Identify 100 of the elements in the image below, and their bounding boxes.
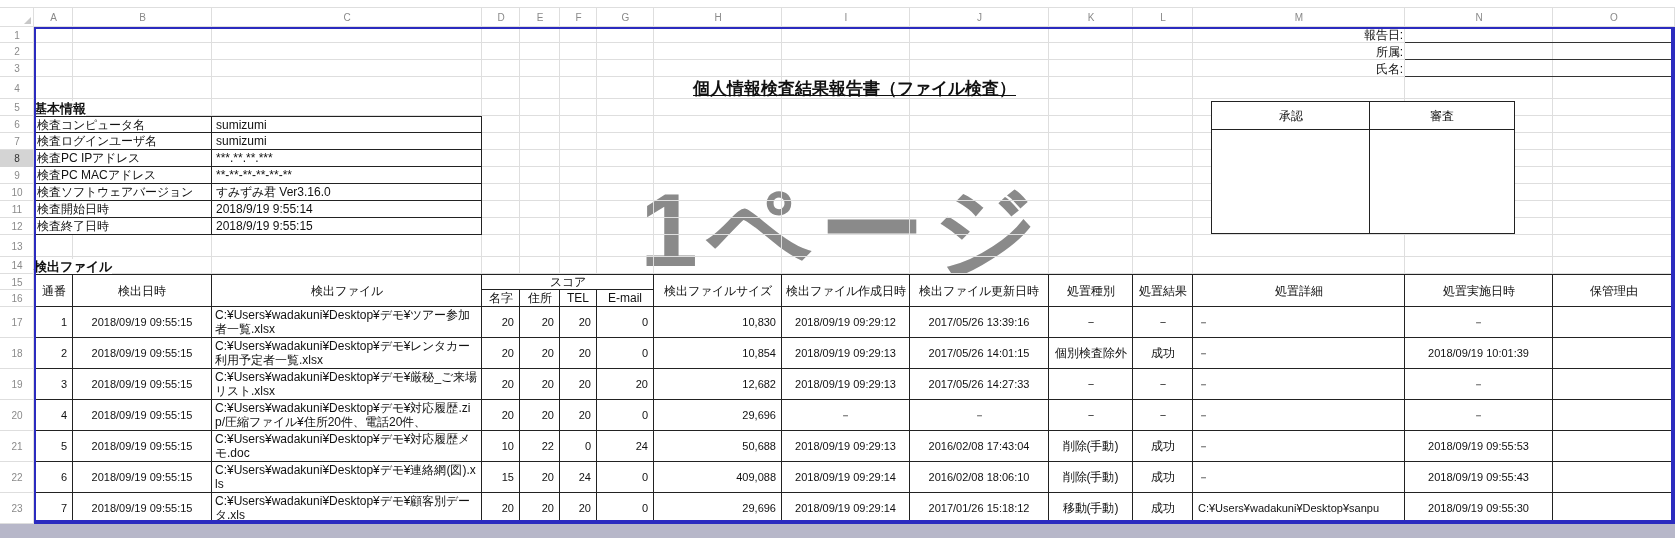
sheet-row-header[interactable]: 3 — [0, 60, 34, 77]
sheet-column-header[interactable]: I — [782, 8, 910, 27]
table-cell: 2 — [34, 338, 73, 369]
sheet-column-header[interactable]: F — [560, 8, 597, 27]
table-cell: 20 — [560, 493, 597, 524]
sheet-column-header[interactable]: G — [597, 8, 654, 27]
field-label: 氏名: — [1375, 62, 1403, 75]
table-cell: － — [1133, 369, 1193, 400]
column-header: 検出ファイル — [212, 274, 482, 307]
table-cell: － — [1193, 431, 1405, 462]
table-cell: 2018/09/19 09:55:15 — [73, 338, 212, 369]
table-cell: 20 — [482, 369, 520, 400]
table-cell: 2018/09/19 09:55:15 — [73, 431, 212, 462]
table-cell: － — [1133, 400, 1193, 431]
table-cell: C:¥Users¥wadakuni¥Desktop¥デモ¥対応履歴.zip/圧縮ファイル¥住所20件、電話20件、 — [212, 400, 482, 431]
table-cell: 2017/01/26 15:18:12 — [910, 493, 1049, 524]
table-cell: C:¥Users¥wadakuni¥Desktop¥デモ¥厳秘_ご来場リスト.xlsx — [212, 369, 482, 400]
sheet-row-header[interactable]: 11 — [0, 201, 34, 218]
sheet-column-header[interactable]: J — [910, 8, 1049, 27]
sheet-row-header[interactable]: 1 — [0, 27, 34, 43]
sheet-row-header[interactable]: 17 — [0, 307, 34, 338]
table-cell: 10,830 — [654, 307, 782, 338]
table-cell: 20 — [520, 338, 560, 369]
table-cell: － — [1193, 307, 1405, 338]
table-cell: C:¥Users¥wadakuni¥Desktop¥sanpu — [1193, 493, 1405, 524]
table-cell: － — [910, 400, 1049, 431]
table-cell: C:¥Users¥wadakuni¥Desktop¥デモ¥ツアー参加者一覧.xlsx — [212, 307, 482, 338]
table-cell: 2018/09/19 09:55:30 — [1405, 493, 1553, 524]
sheet-row-header[interactable]: 15 — [0, 274, 34, 290]
table-cell: 2017/05/26 13:39:16 — [910, 307, 1049, 338]
sheet-row-header[interactable]: 7 — [0, 133, 34, 150]
table-cell: 10 — [482, 431, 520, 462]
sheet-row-header[interactable]: 18 — [0, 338, 34, 369]
sheet-row-header[interactable]: 20 — [0, 400, 34, 431]
sheet-row-header[interactable]: 22 — [0, 462, 34, 493]
sheet-row-header[interactable]: 5 — [0, 99, 34, 116]
info-value: sumizumi — [212, 133, 482, 150]
table-cell: 2018/09/19 09:55:15 — [73, 493, 212, 524]
sheet-row-header[interactable]: 12 — [0, 218, 34, 235]
sheet-row-header[interactable]: 9 — [0, 167, 34, 184]
sheet-column-header[interactable]: O — [1553, 8, 1675, 27]
sheet-row-header[interactable]: 16 — [0, 290, 34, 307]
table-cell: C:¥Users¥wadakuni¥Desktop¥デモ¥対応履歴メモ.doc — [212, 431, 482, 462]
info-value: sumizumi — [212, 116, 482, 133]
table-cell: 20 — [520, 400, 560, 431]
table-cell: － — [1193, 338, 1405, 369]
sheet-column-header[interactable]: D — [482, 8, 520, 27]
table-cell: 削除(手動) — [1049, 431, 1133, 462]
table-cell: 移動(手動) — [1049, 493, 1133, 524]
table-cell: 2016/02/08 18:06:10 — [910, 462, 1049, 493]
table-cell: 2018/09/19 09:29:14 — [782, 493, 910, 524]
sheet-row-header[interactable]: 23 — [0, 493, 34, 524]
column-header: 名字 — [482, 290, 520, 307]
table-cell: 20 — [520, 369, 560, 400]
info-label: 検査コンピュータ名 — [34, 116, 212, 133]
sheet-row-header[interactable]: 6 — [0, 116, 34, 133]
table-cell: 0 — [560, 431, 597, 462]
table-cell: 20 — [560, 338, 597, 369]
table-cell: － — [1049, 307, 1133, 338]
sheet-column-header[interactable]: N — [1405, 8, 1553, 27]
table-cell: 29,696 — [654, 400, 782, 431]
table-cell: － — [1405, 400, 1553, 431]
sheet-row-header[interactable]: 8 — [0, 150, 34, 167]
column-header: 処置結果 — [1133, 274, 1193, 307]
table-cell: 2018/09/19 09:29:14 — [782, 462, 910, 493]
sheet-column-header[interactable]: B — [73, 8, 212, 27]
sheet-column-header[interactable]: A — [34, 8, 73, 27]
column-header: 処置種別 — [1049, 274, 1133, 307]
table-cell: 10,854 — [654, 338, 782, 369]
table-cell: 成功 — [1133, 493, 1193, 524]
table-cell: C:¥Users¥wadakuni¥Desktop¥デモ¥連絡網(図).xls — [212, 462, 482, 493]
sheet-column-header[interactable]: L — [1133, 8, 1193, 27]
report-title: 個人情報検査結果報告書（ファイル検査） — [693, 79, 1016, 99]
sheet-column-header[interactable]: C — [212, 8, 482, 27]
table-cell: 0 — [597, 338, 654, 369]
info-label: 検査ソフトウェアバージョン — [34, 184, 212, 201]
select-all-corner-icon[interactable] — [24, 17, 31, 24]
sheet-row-header[interactable]: 13 — [0, 235, 34, 257]
table-cell: 2018/09/19 09:55:43 — [1405, 462, 1553, 493]
sheet-column-header[interactable]: E — [520, 8, 560, 27]
sheet-column-header[interactable]: K — [1049, 8, 1133, 27]
table-cell: － — [1193, 400, 1405, 431]
sheet-row-header[interactable]: 4 — [0, 77, 34, 99]
table-cell: 12,682 — [654, 369, 782, 400]
sheet-row-header[interactable]: 21 — [0, 431, 34, 462]
table-cell: 1 — [34, 307, 73, 338]
table-cell: － — [1405, 307, 1553, 338]
sheet-row-header[interactable]: 2 — [0, 43, 34, 60]
sheet-column-header[interactable]: H — [654, 8, 782, 27]
column-header: E-mail — [597, 290, 654, 307]
sheet-row-header[interactable]: 19 — [0, 369, 34, 400]
table-cell: 成功 — [1133, 338, 1193, 369]
column-header: 検出ファイルサイズ — [654, 274, 782, 307]
table-cell: 成功 — [1133, 431, 1193, 462]
column-header: 通番 — [34, 274, 73, 307]
sheet-row-header[interactable]: 10 — [0, 184, 34, 201]
sheet-column-header[interactable]: M — [1193, 8, 1405, 27]
table-cell: 2018/09/19 09:29:13 — [782, 338, 910, 369]
column-header: 処置詳細 — [1193, 274, 1405, 307]
sheet-row-header[interactable]: 14 — [0, 257, 34, 274]
